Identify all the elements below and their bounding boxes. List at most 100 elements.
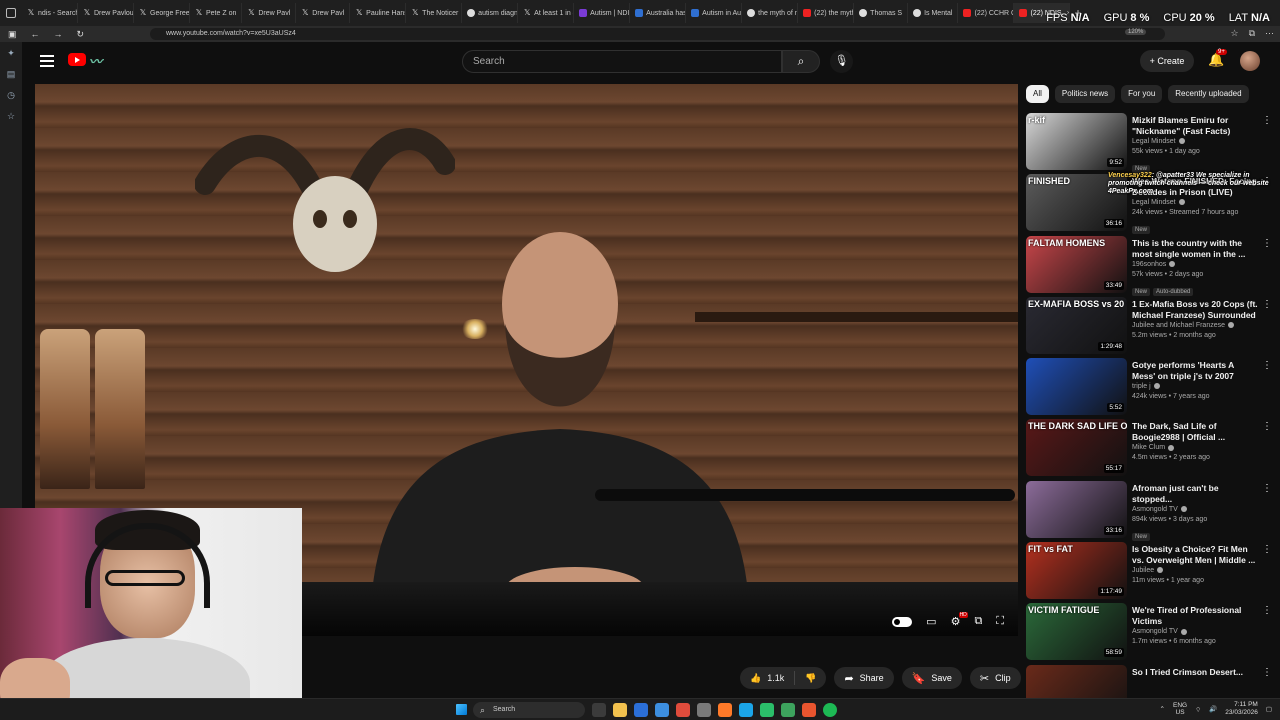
browser-tab[interactable]: Thomas S xyxy=(854,3,909,23)
file-explorer-icon[interactable] xyxy=(613,703,627,717)
browser-tab[interactable]: Autism in Aus xyxy=(686,3,743,23)
taskbar-app-icon[interactable] xyxy=(634,703,648,717)
tray-chevron-icon[interactable]: ⌃ xyxy=(1160,705,1165,713)
settings-gear-icon[interactable]: ⚙ HD xyxy=(951,612,968,628)
browser-tab[interactable]: 𝕏 Drew Pavl xyxy=(296,3,351,23)
create-button[interactable]: + Create xyxy=(1140,50,1194,72)
dislike-button[interactable]: 👎 xyxy=(795,667,826,689)
recommendation-item[interactable]: 33:16 Afroman just can't be stopped... Asm… xyxy=(1026,480,1276,542)
account-avatar[interactable] xyxy=(1240,51,1260,71)
task-view-icon[interactable] xyxy=(592,703,606,717)
more-options-icon[interactable]: ⋮ xyxy=(1262,299,1272,309)
autoplay-toggle[interactable] xyxy=(892,616,913,627)
like-button[interactable]: 👍 1.1k xyxy=(740,667,794,689)
recommendation-item[interactable]: VICTIM FATIGUE 58:59 We're Tired of Profes… xyxy=(1026,603,1276,664)
video-thumbnail[interactable]: FALTAM HOMENS 33:49 xyxy=(1026,235,1127,293)
video-title[interactable]: Afroman just can't be stopped... xyxy=(1132,483,1258,505)
taskbar-app-icon[interactable] xyxy=(697,703,711,717)
browser-tab[interactable]: 𝕏 Pauline Hans xyxy=(350,3,407,23)
clip-button[interactable]: ✂ Clip xyxy=(969,667,1021,689)
back-button[interactable]: ← xyxy=(31,29,40,40)
channel-name[interactable]: Asmongold TV xyxy=(1132,627,1258,637)
notification-icon[interactable]: ▢ xyxy=(1266,705,1272,713)
recommendation-item[interactable]: 5:52 Gotye performs 'Hearts A Mess' on tr… xyxy=(1026,358,1276,419)
menu-icon[interactable] xyxy=(40,55,54,67)
taskbar-search[interactable]: Search xyxy=(473,702,585,718)
filter-chip[interactable]: Politics news xyxy=(1054,85,1116,103)
browser-tab[interactable]: (22) the myth xyxy=(798,3,855,23)
sidebar-toggle-icon[interactable]: ▣ xyxy=(8,29,17,40)
address-input[interactable]: www.youtube.com/watch?v=xe5U3aUSz4 xyxy=(150,28,1165,40)
language-indicator[interactable]: ENG US xyxy=(1173,702,1187,716)
fullscreen-icon[interactable]: ⛶ xyxy=(996,615,1004,628)
start-button[interactable] xyxy=(456,704,467,715)
edge-icon[interactable] xyxy=(739,703,753,717)
video-title[interactable]: We're Tired of Professional Victims xyxy=(1132,605,1258,627)
video-thumbnail[interactable]: 33:16 xyxy=(1026,480,1127,538)
channel-name[interactable]: Legal Mindset xyxy=(1132,198,1258,208)
taskbar-app-icon[interactable] xyxy=(655,703,669,717)
tab-actions-icon[interactable] xyxy=(6,8,16,18)
extensions-icon[interactable]: ⧉ xyxy=(1249,28,1255,39)
search-button[interactable]: ⌕ xyxy=(782,50,820,73)
browser-tab[interactable]: 𝕏 Drew Pavl xyxy=(242,3,297,23)
channel-name[interactable]: Mike Clum xyxy=(1132,443,1258,453)
subtitles-icon[interactable]: ▭ xyxy=(926,615,936,628)
browser-tab[interactable]: 𝕏 Drew Pavlou xyxy=(78,3,134,23)
more-options-icon[interactable]: ⋮ xyxy=(1262,116,1272,126)
channel-name[interactable]: Asmongold TV xyxy=(1132,505,1258,515)
video-title[interactable]: This is the country with the most single… xyxy=(1132,238,1258,260)
channel-name[interactable]: 196sonhos xyxy=(1132,260,1258,270)
browser-tab[interactable]: Australia has xyxy=(630,3,687,23)
more-options-icon[interactable]: ⋮ xyxy=(1262,545,1272,555)
taskbar-app-icon[interactable] xyxy=(760,703,774,717)
notifications-button[interactable]: 🔔 9+ xyxy=(1208,49,1227,68)
recommendation-item[interactable]: FIT vs FAT 1:17:49 Is Obesity a Choice? Fi… xyxy=(1026,542,1276,603)
video-title[interactable]: 1 Ex-Mafia Boss vs 20 Cops (ft. Michael … xyxy=(1132,299,1258,321)
video-thumbnail[interactable]: r-kif 9:52 xyxy=(1026,113,1127,170)
history-icon[interactable]: ◷ xyxy=(7,90,15,101)
browser-tab[interactable]: (22) CCHR Co xyxy=(958,3,1015,23)
video-thumbnail[interactable]: FIT vs FAT 1:17:49 xyxy=(1026,542,1127,600)
more-options-icon[interactable]: ⋮ xyxy=(1262,606,1272,616)
more-options-icon[interactable]: ⋮ xyxy=(1262,667,1272,677)
more-options-icon[interactable]: ⋮ xyxy=(1262,361,1272,371)
recommendation-item[interactable]: r-kif 9:52 Mizkif Blames Emiru for "Nickna… xyxy=(1026,113,1276,174)
browser-tab[interactable]: autism diagn xyxy=(462,3,519,23)
copilot-icon[interactable]: ✦ xyxy=(7,48,15,59)
spotify-icon[interactable] xyxy=(823,703,837,717)
video-thumbnail[interactable]: VICTIM FATIGUE 58:59 xyxy=(1026,603,1127,661)
video-thumbnail[interactable]: 5:52 xyxy=(1026,358,1127,416)
settings-icon[interactable]: ⋯ xyxy=(1265,28,1274,39)
search-input[interactable]: Search xyxy=(462,50,782,73)
save-button[interactable]: 🔖 Save xyxy=(901,667,962,689)
recommendation-item[interactable]: EX-MAFIA BOSS vs 20 COPS 1:29:48 1 Ex-Mafi… xyxy=(1026,296,1276,358)
wifi-icon[interactable]: ⌔ xyxy=(1195,705,1201,714)
recommendation-item[interactable]: FALTAM HOMENS 33:49 This is the country wi… xyxy=(1026,235,1276,297)
browser-tab[interactable]: 𝕏 The Noticer xyxy=(406,3,463,23)
channel-name[interactable]: Legal Mindset xyxy=(1132,137,1258,147)
clock[interactable]: 7:11 PM 23/03/2026 xyxy=(1225,701,1258,717)
browser-tab[interactable]: 𝕏 Pete Z on xyxy=(190,3,243,23)
video-thumbnail[interactable]: THE DARK SAD LIFE OF 55:17 xyxy=(1026,419,1127,477)
taskbar-app-icon[interactable] xyxy=(781,703,795,717)
video-title[interactable]: Is Obesity a Choice? Fit Men vs. Overwei… xyxy=(1132,544,1258,566)
volume-icon[interactable]: 🔊 xyxy=(1209,705,1217,713)
browser-tab[interactable]: the myth of m xyxy=(742,3,799,23)
browser-tab[interactable]: Is Mental xyxy=(908,3,959,23)
reload-button[interactable]: ↻ xyxy=(77,29,85,40)
browser-tab[interactable]: 𝕏 At least 1 in 4 xyxy=(518,3,575,23)
browser-tab[interactable]: 𝕏 George Free xyxy=(134,3,190,23)
more-options-icon[interactable]: ⋮ xyxy=(1262,483,1272,493)
channel-name[interactable]: Jubilee and Michael Franzese xyxy=(1132,321,1258,331)
browser-tab[interactable]: 𝕏ndis - Search xyxy=(22,3,78,23)
video-title[interactable]: So I Tried Crimson Desert... xyxy=(1132,667,1258,678)
filter-chip[interactable]: Recently uploaded xyxy=(1168,85,1249,103)
browser-tab[interactable]: Autism | NDIS xyxy=(574,3,631,23)
channel-name[interactable]: Jubilee xyxy=(1132,566,1258,576)
filter-chip[interactable]: For you xyxy=(1121,85,1163,103)
video-title[interactable]: Mizkif Blames Emiru for "Nickname" (Fast… xyxy=(1132,115,1258,137)
video-thumbnail[interactable]: EX-MAFIA BOSS vs 20 COPS 1:29:48 xyxy=(1026,296,1127,354)
video-title[interactable]: Gotye performs 'Hearts A Mess' on triple… xyxy=(1132,360,1258,382)
voice-search-button[interactable]: 🎙 xyxy=(830,50,853,73)
